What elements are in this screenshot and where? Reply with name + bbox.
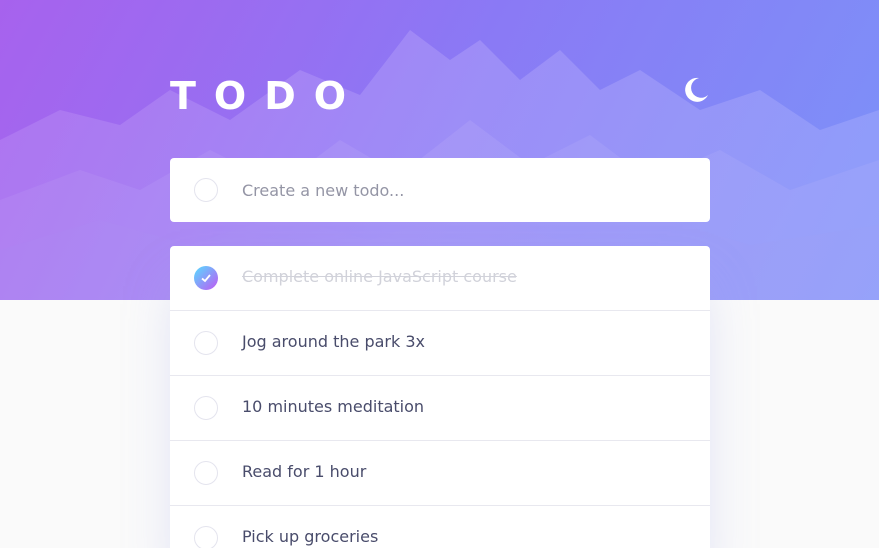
checkmark-icon	[201, 274, 211, 283]
app-header: TODO	[170, 70, 710, 120]
todo-label: Complete online JavaScript course	[242, 267, 517, 286]
todo-item[interactable]: Pick up groceries	[170, 506, 710, 548]
todo-checkbox[interactable]	[194, 331, 218, 355]
todo-item[interactable]: Complete online JavaScript course	[170, 246, 710, 311]
todo-checkbox[interactable]	[194, 526, 218, 548]
new-todo-bar	[170, 158, 710, 222]
todo-item[interactable]: Jog around the park 3x	[170, 311, 710, 376]
todo-list: Complete online JavaScript course Jog ar…	[170, 246, 710, 548]
todo-checkbox[interactable]	[194, 266, 218, 290]
todo-item[interactable]: 10 minutes meditation	[170, 376, 710, 441]
app-title: TODO	[170, 74, 365, 118]
new-todo-input[interactable]	[242, 176, 682, 204]
moon-icon	[685, 77, 708, 102]
theme-toggle-button[interactable]	[682, 76, 710, 104]
todo-label: Pick up groceries	[242, 527, 379, 546]
todo-label: Read for 1 hour	[242, 462, 367, 481]
todo-label: 10 minutes meditation	[242, 397, 425, 416]
todo-checkbox[interactable]	[194, 461, 218, 485]
todo-item[interactable]: Read for 1 hour	[170, 441, 710, 506]
todo-checkbox[interactable]	[194, 396, 218, 420]
new-todo-circle-icon	[194, 178, 218, 202]
todo-label: Jog around the park 3x	[242, 332, 425, 351]
